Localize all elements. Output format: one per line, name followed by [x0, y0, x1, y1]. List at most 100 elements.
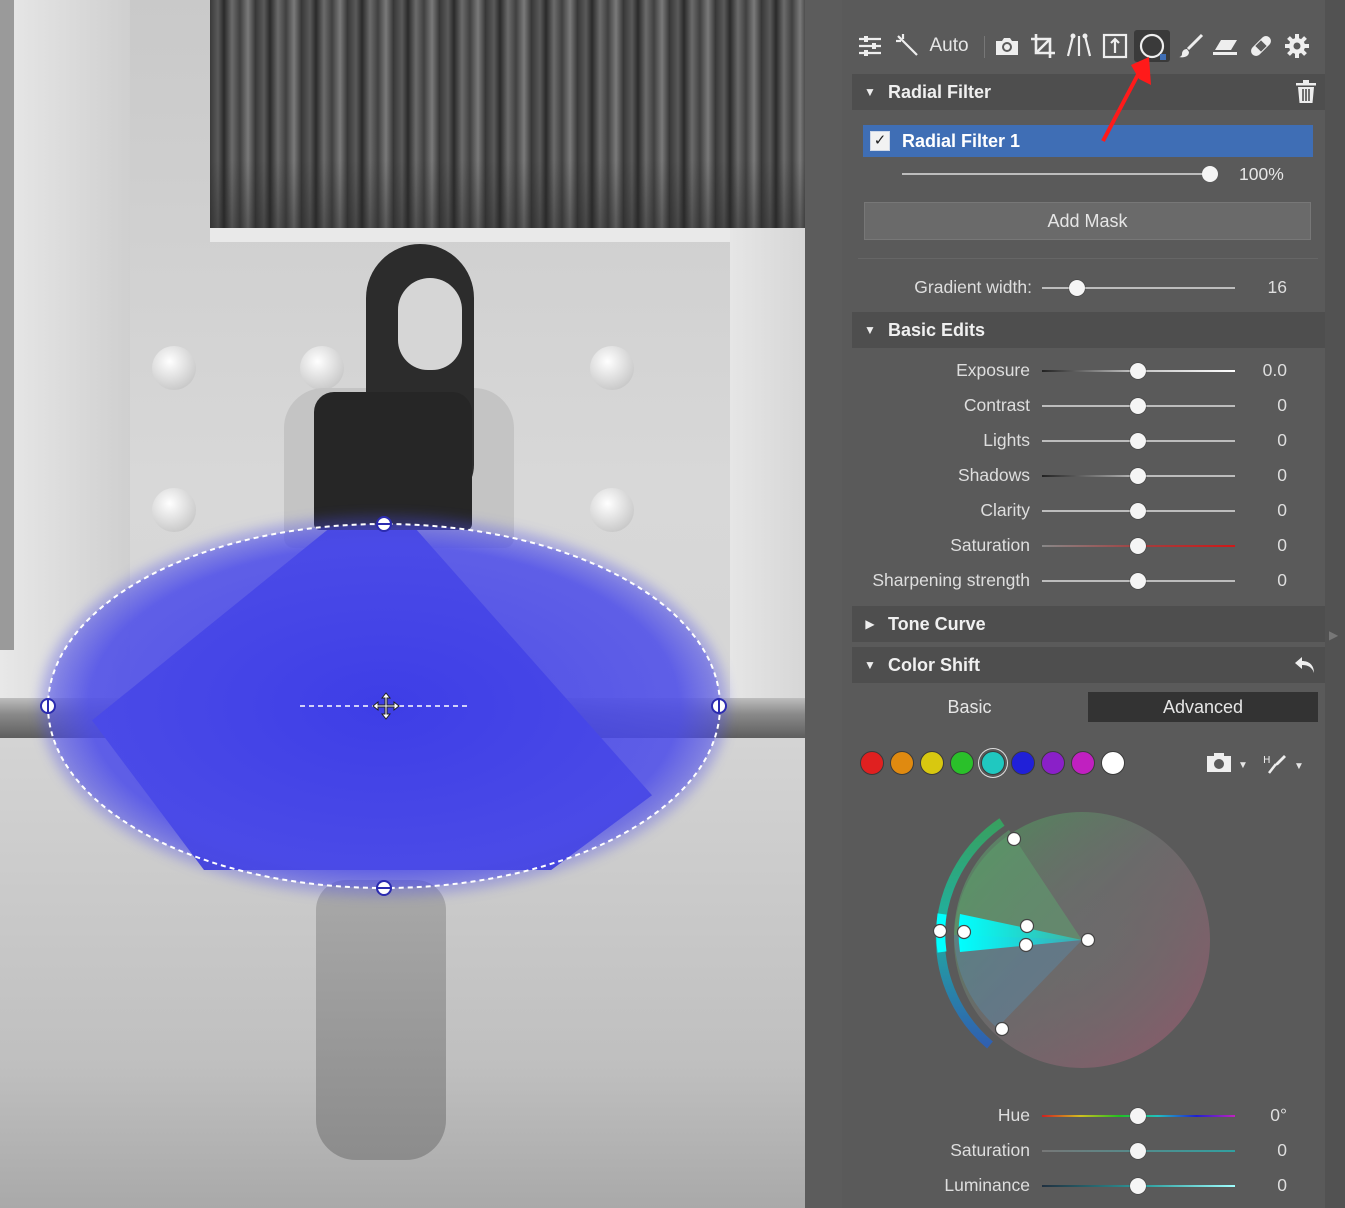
magic-wand-icon[interactable]: [894, 30, 922, 62]
perspective-icon[interactable]: [1064, 30, 1094, 62]
swatch-green[interactable]: [950, 751, 974, 775]
divider: [858, 258, 1318, 259]
collapse-triangle-icon: ▼: [864, 85, 876, 99]
collapse-triangle-icon: ▼: [864, 323, 876, 337]
exposure-slider[interactable]: Exposure 0.0: [842, 356, 1325, 386]
saturation-slider[interactable]: Saturation 0: [842, 531, 1325, 561]
photo-canvas[interactable]: [0, 0, 805, 1208]
slider-thumb[interactable]: [1130, 503, 1146, 519]
slider-value: 0: [1277, 395, 1287, 415]
contrast-slider[interactable]: Contrast 0: [842, 391, 1325, 421]
swatch-purple[interactable]: [1041, 751, 1065, 775]
eyedropper-dropdown[interactable]: H ▼: [1262, 752, 1304, 781]
toolbar-separator: [984, 36, 985, 58]
swatch-red[interactable]: [860, 751, 884, 775]
wheel-handle[interactable]: [994, 1021, 1010, 1037]
slider-value: 0°: [1270, 1105, 1287, 1125]
auto-button[interactable]: Auto: [926, 30, 972, 62]
add-mask-label: Add Mask: [1047, 210, 1128, 231]
sharpening-strength-slider[interactable]: Sharpening strength 0: [842, 566, 1325, 596]
settings-gear-icon[interactable]: [1282, 30, 1312, 62]
eraser-icon[interactable]: [1210, 30, 1240, 62]
reset-undo-icon[interactable]: [1293, 653, 1317, 682]
slider-value: 0.0: [1262, 360, 1287, 380]
mask-preview-icon: [1206, 752, 1232, 779]
mode-basic-tab[interactable]: Basic: [892, 692, 1047, 722]
swatch-yellow[interactable]: [920, 751, 944, 775]
wheel-handle[interactable]: [1018, 937, 1034, 953]
radial-filter-checkbox[interactable]: ✓: [870, 131, 890, 151]
radial-filter-header[interactable]: ▼ Radial Filter: [852, 74, 1325, 110]
healing-bandage-icon[interactable]: [1246, 30, 1276, 62]
slider-label: Luminance: [944, 1175, 1030, 1195]
swatch-blue[interactable]: [1011, 751, 1035, 775]
mask-preview-dropdown[interactable]: ▼: [1206, 752, 1248, 779]
slider-label: Saturation: [950, 1140, 1030, 1160]
lights-slider[interactable]: Lights 0: [842, 426, 1325, 456]
camera-icon[interactable]: [992, 30, 1022, 62]
slider-label: Clarity: [980, 500, 1030, 520]
opacity-slider-thumb[interactable]: [1202, 166, 1218, 182]
opacity-slider-track[interactable]: [902, 173, 1212, 175]
chevron-down-icon: ▼: [1294, 761, 1304, 772]
clarity-slider[interactable]: Clarity 0: [842, 496, 1325, 526]
opacity-value: 100%: [1239, 164, 1284, 184]
slider-label: Shadows: [958, 465, 1030, 485]
panel-expand-icon[interactable]: ▶: [1329, 628, 1338, 642]
color-saturation-slider[interactable]: Saturation 0: [842, 1136, 1325, 1166]
mask-handle-top[interactable]: [376, 516, 392, 532]
color-shift-wheel[interactable]: [932, 810, 1232, 1080]
slider-thumb[interactable]: [1130, 1178, 1146, 1194]
adjustments-icon[interactable]: [856, 30, 884, 62]
tone-curve-title: Tone Curve: [888, 613, 986, 634]
hue-slider[interactable]: Hue 0°: [842, 1101, 1325, 1131]
luminance-slider[interactable]: Luminance 0: [842, 1171, 1325, 1201]
eyedropper-icon: H: [1262, 752, 1288, 781]
wheel-handle[interactable]: [932, 923, 948, 939]
trash-icon[interactable]: [1295, 80, 1317, 109]
swatch-magenta[interactable]: [1071, 751, 1095, 775]
swatch-orange[interactable]: [890, 751, 914, 775]
wheel-handle[interactable]: [956, 924, 972, 940]
slider-thumb[interactable]: [1130, 1108, 1146, 1124]
radial-filter-title: Radial Filter: [888, 81, 992, 102]
develop-panel: Auto ▼ Radial Filter ✓ Radial Filter 1 1…: [842, 0, 1325, 1208]
mask-handle-bottom[interactable]: [376, 880, 392, 896]
slider-thumb[interactable]: [1130, 538, 1146, 554]
slider-thumb[interactable]: [1130, 468, 1146, 484]
color-shift-title: Color Shift: [888, 654, 980, 675]
slider-thumb[interactable]: [1130, 1143, 1146, 1159]
crop-icon[interactable]: [1028, 30, 1058, 62]
slider-thumb[interactable]: [1130, 433, 1146, 449]
mask-handle-right[interactable]: [711, 698, 727, 714]
radial-mask-overlay[interactable]: [0, 0, 805, 1208]
swatch-cyan[interactable]: [981, 751, 1005, 775]
radial-filter-list-item[interactable]: ✓ Radial Filter 1: [863, 125, 1313, 157]
tone-curve-header[interactable]: ▶ Tone Curve: [852, 606, 1325, 642]
color-shift-header[interactable]: ▼ Color Shift: [852, 647, 1325, 683]
slider-thumb[interactable]: [1130, 363, 1146, 379]
gradient-width-slider[interactable]: Gradient width: 16: [842, 273, 1325, 303]
wheel-handle[interactable]: [1006, 831, 1022, 847]
slider-label: Lights: [983, 430, 1030, 450]
slider-thumb[interactable]: [1130, 398, 1146, 414]
swatch-white[interactable]: [1101, 751, 1125, 775]
basic-edits-header[interactable]: ▼ Basic Edits: [852, 312, 1325, 348]
panel-gutter: [805, 0, 842, 1208]
mask-handle-left[interactable]: [40, 698, 56, 714]
gradient-width-thumb[interactable]: [1069, 280, 1085, 296]
panel-edge: ▶: [1325, 0, 1345, 1208]
wheel-handle[interactable]: [1080, 932, 1096, 948]
slider-value: 0: [1277, 430, 1287, 450]
wheel-handle[interactable]: [1019, 918, 1035, 934]
shadows-slider[interactable]: Shadows 0: [842, 461, 1325, 491]
collapse-triangle-icon: ▼: [864, 658, 876, 672]
brush-icon[interactable]: [1176, 30, 1206, 62]
mode-advanced-tab[interactable]: Advanced: [1088, 692, 1318, 722]
slider-value: 0: [1277, 570, 1287, 590]
slider-value: 0: [1277, 500, 1287, 520]
slider-value: 0: [1277, 1140, 1287, 1160]
slider-label: Hue: [997, 1105, 1030, 1125]
slider-thumb[interactable]: [1130, 573, 1146, 589]
add-mask-button[interactable]: Add Mask: [864, 202, 1311, 240]
